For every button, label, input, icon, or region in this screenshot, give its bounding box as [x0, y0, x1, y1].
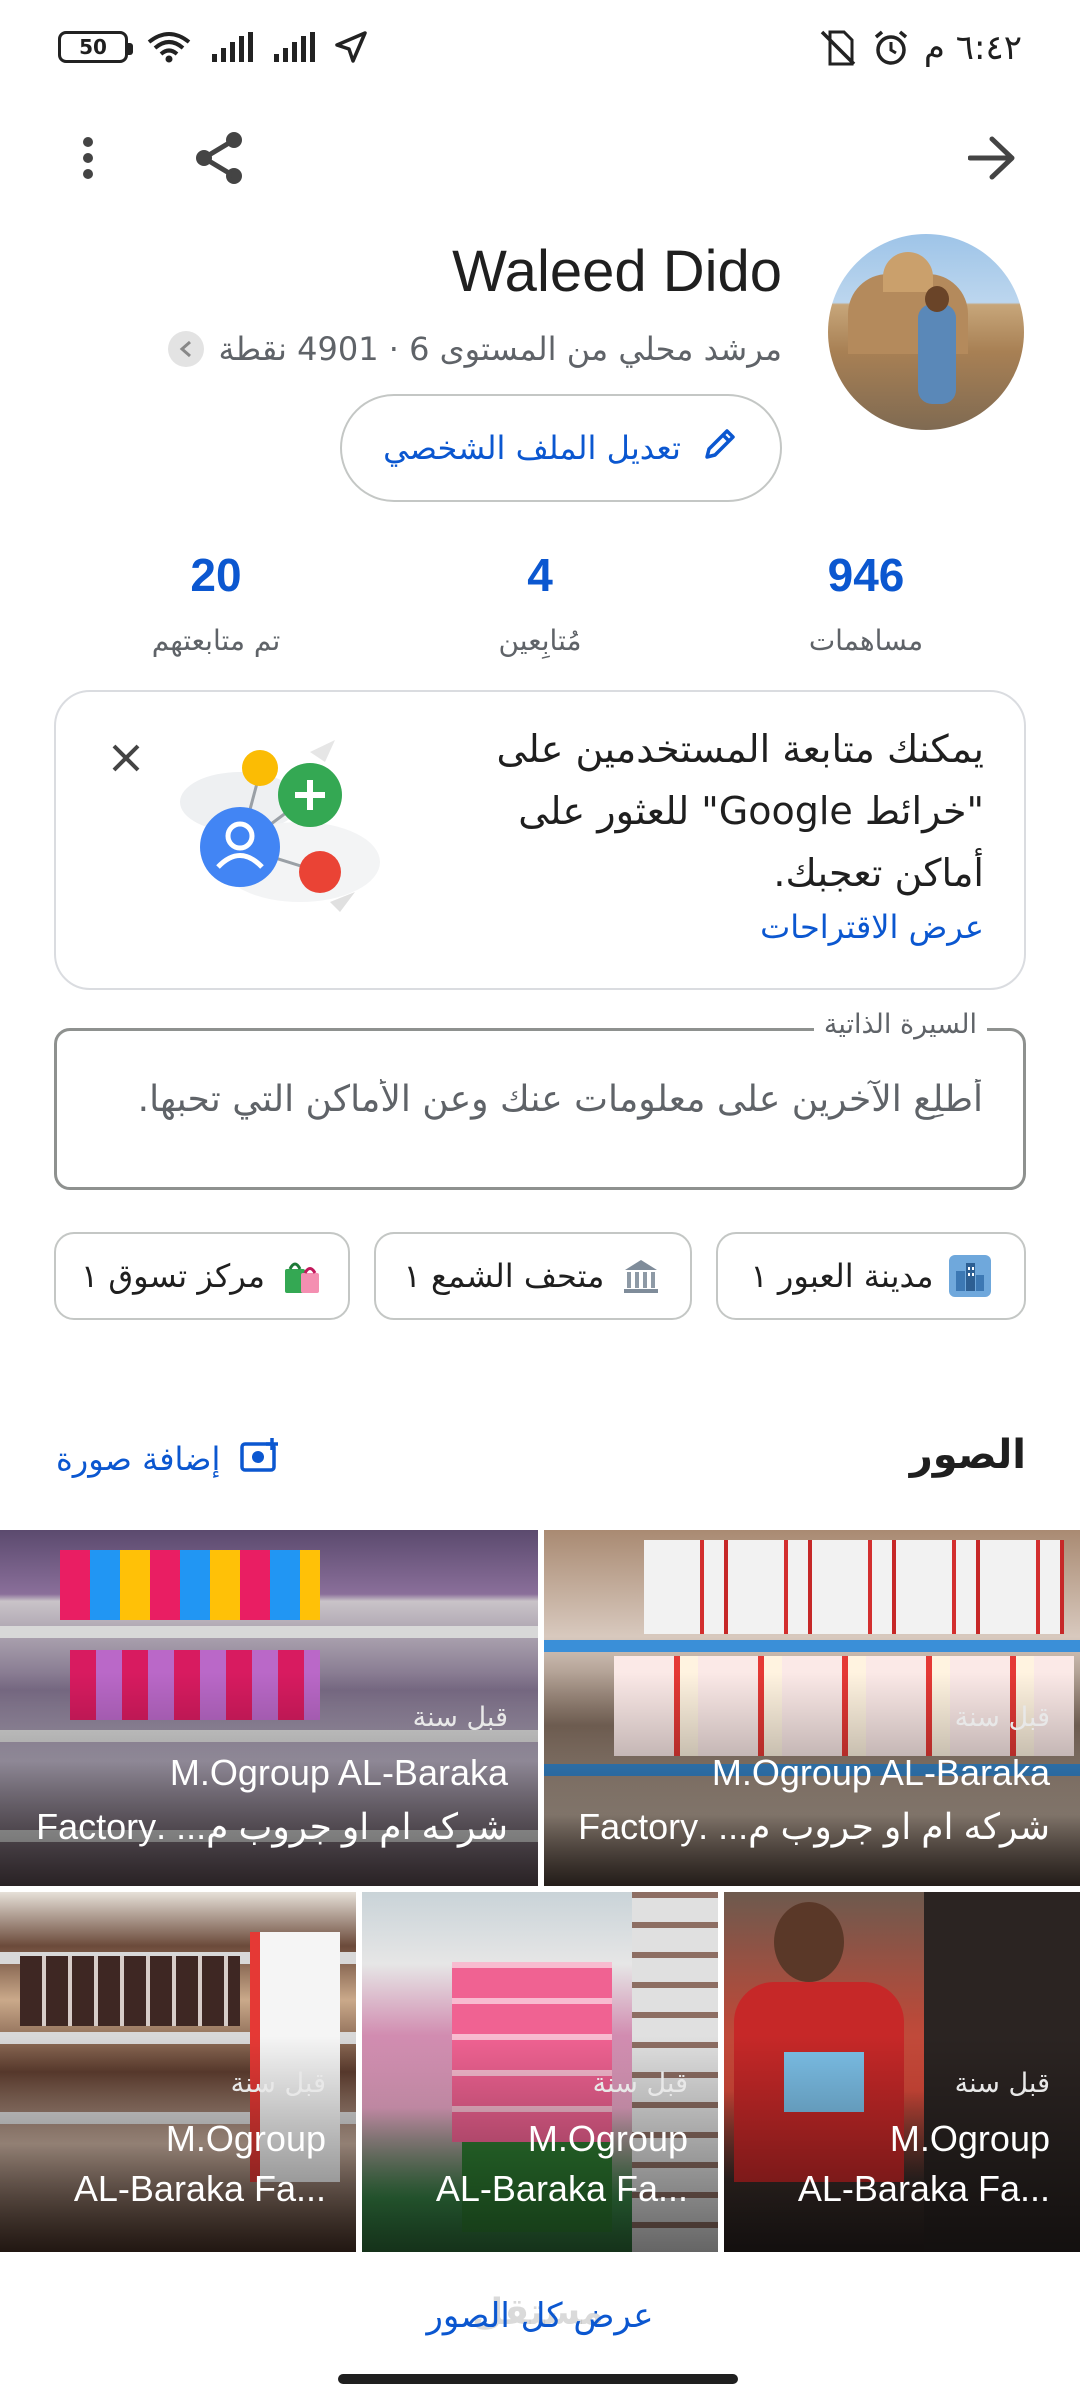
add-photo-icon	[240, 1436, 280, 1482]
level-points-text: مرشد محلي من المستوى 6 · 4901 نقطة	[218, 330, 782, 368]
top-app-bar	[0, 104, 1080, 212]
signal-icon	[210, 32, 254, 62]
battery-icon: 50	[58, 31, 133, 63]
chip-obour-city[interactable]: مدينة العبور ١	[716, 1232, 1026, 1320]
stat-contributions[interactable]: 946 مساهمات	[716, 548, 1016, 657]
follow-illustration-icon	[180, 740, 380, 912]
stat-label: مُتابِعين	[498, 624, 582, 657]
shopping-bags-icon	[281, 1255, 323, 1297]
edit-profile-label: تعديل الملف الشخصي	[383, 429, 681, 467]
avatar[interactable]	[828, 234, 1024, 430]
chip-label: متحف الشمع ١	[403, 1257, 605, 1295]
status-right: ٦:٤٢ م	[818, 28, 1022, 68]
alarm-icon	[872, 29, 910, 67]
chip-shopping-center[interactable]: مركز تسوق ١	[54, 1232, 350, 1320]
stat-label: تم متابعتهم	[151, 624, 281, 657]
photo-place-title: M.Ogroup AL-Baraka	[169, 1752, 508, 1793]
more-options-icon[interactable]	[48, 118, 128, 198]
stat-value: 946	[827, 549, 905, 601]
photo-place-title: M.Ogroup	[527, 2118, 688, 2159]
location-arrow-icon	[334, 30, 368, 64]
chip-wax-museum[interactable]: متحف الشمع ١	[374, 1232, 692, 1320]
photo-place-title: M.Ogroup	[889, 2118, 1050, 2159]
back-arrow-icon[interactable]	[952, 118, 1032, 198]
clock-time: ٦:٤٢ م	[923, 28, 1022, 68]
status-left: 50	[58, 30, 368, 64]
chip-label: مركز تسوق ١	[80, 1257, 266, 1295]
level-points-line[interactable]: مرشد محلي من المستوى 6 · 4901 نقطة	[168, 330, 782, 368]
add-photo-label: إضافة صورة	[56, 1440, 221, 1478]
bio-label: السيرة الذاتية	[813, 1009, 987, 1040]
photos-section-title: الصور	[909, 1432, 1026, 1478]
view-all-photos-link[interactable]: عرض كل الصور	[0, 2296, 1080, 2336]
view-suggestions-link[interactable]: عرض الاقتراحات	[760, 908, 984, 946]
stat-label: مساهمات	[808, 624, 924, 657]
photo-place-subtitle: شركه ام او جروب م... .Factory	[36, 1806, 508, 1847]
profile-name: Waleed Dido	[452, 239, 782, 304]
photo-time-ago: قبل سنة	[592, 2068, 688, 2099]
photo-tile[interactable]: قبل سنة M.Ogroup AL-Baraka Fa...	[0, 1892, 356, 2252]
photo-place-subtitle: شركه ام او جروب م... .Factory	[578, 1806, 1050, 1847]
museum-icon	[620, 1255, 662, 1297]
photo-time-ago: قبل سنة	[412, 1702, 508, 1733]
photo-time-ago: قبل سنة	[954, 1702, 1050, 1733]
no-sim-icon	[818, 28, 858, 68]
photo-product-shape	[60, 1550, 320, 1620]
battery-level: 50	[79, 35, 107, 59]
photo-person-shape	[774, 1902, 844, 1982]
stat-followers[interactable]: 4 مُتابِعين	[390, 548, 690, 657]
photo-tile[interactable]: قبل سنة M.Ogroup AL-Baraka Fa...	[724, 1892, 1080, 2252]
bio-input[interactable]	[103, 1079, 983, 1120]
photo-place-subtitle: AL-Baraka Fa...	[73, 2168, 326, 2209]
photo-product-shape	[20, 1956, 240, 2026]
pencil-icon	[701, 425, 739, 471]
city-icon	[949, 1255, 992, 1297]
photo-place-title: M.Ogroup AL-Baraka	[711, 1752, 1050, 1793]
stat-value: 4	[527, 549, 553, 601]
photo-time-ago: قبل سنة	[230, 2068, 326, 2099]
photo-product-shape	[644, 1540, 1064, 1634]
bio-field[interactable]: السيرة الذاتية	[54, 1009, 1026, 1190]
stat-following[interactable]: 20 تم متابعتهم	[66, 548, 366, 657]
photo-tile[interactable]: قبل سنة M.Ogroup AL-Baraka شركه ام او جر…	[544, 1530, 1080, 1886]
photo-time-ago: قبل سنة	[954, 2068, 1050, 2099]
signal-icon	[272, 32, 316, 62]
photo-place-subtitle: AL-Baraka Fa...	[435, 2168, 688, 2209]
chevron-left-icon[interactable]	[168, 331, 205, 367]
edit-profile-button[interactable]: تعديل الملف الشخصي	[340, 394, 782, 502]
stat-value: 20	[190, 549, 242, 601]
photo-tile[interactable]: قبل سنة M.Ogroup AL-Baraka Fa...	[362, 1892, 718, 2252]
wifi-icon	[146, 30, 192, 64]
follow-suggestion-card: يمكنك متابعة المستخدمين على "خرائط Googl…	[54, 690, 1026, 990]
share-icon[interactable]	[180, 118, 260, 198]
suggestion-text: يمكنك متابعة المستخدمين على "خرائط Googl…	[496, 727, 984, 895]
photo-place-subtitle: AL-Baraka Fa...	[797, 2168, 1050, 2209]
close-icon[interactable]	[96, 728, 156, 788]
chip-label: مدينة العبور ١	[750, 1257, 934, 1295]
home-indicator[interactable]	[338, 2374, 738, 2384]
photo-place-title: M.Ogroup	[165, 2118, 326, 2159]
status-bar: 50 ٦:٤٢ م	[0, 0, 1080, 104]
add-photo-button[interactable]: إضافة صورة	[56, 1436, 280, 1482]
photo-tile[interactable]: قبل سنة M.Ogroup AL-Baraka شركه ام او جر…	[0, 1530, 538, 1886]
